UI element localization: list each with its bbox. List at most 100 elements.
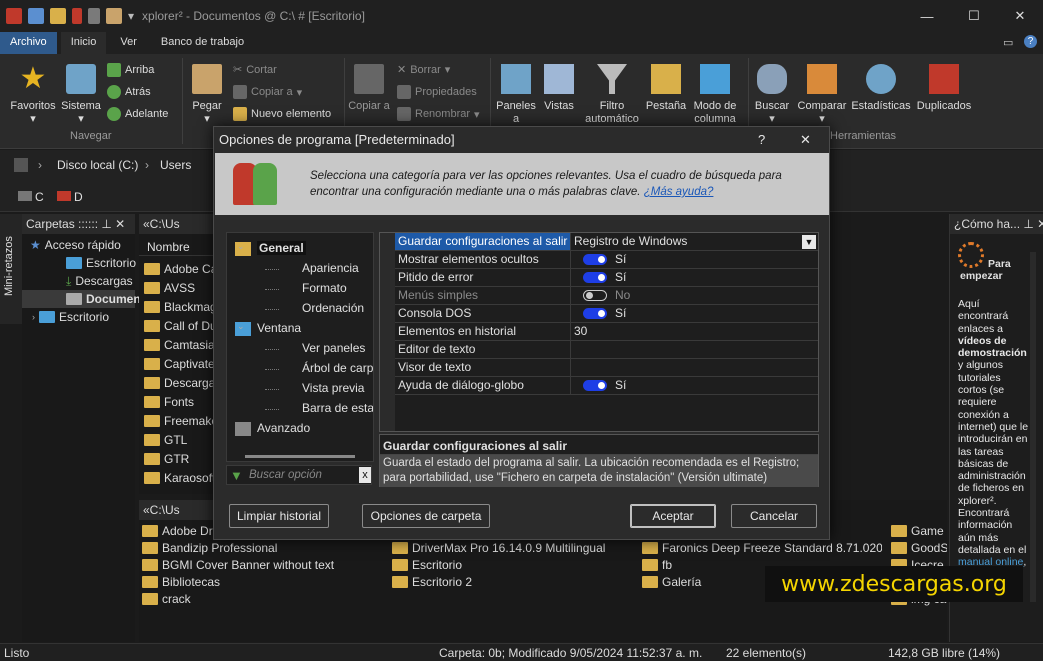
buscar-button[interactable]: Buscar ▾ [752, 64, 792, 126]
tab-banco-trabajo[interactable]: Banco de trabajo [151, 32, 254, 54]
list-item[interactable]: BGMI Cover Banner without text [142, 556, 382, 573]
filtro-button[interactable]: Filtro automático [582, 64, 642, 126]
toggle-switch[interactable] [583, 290, 607, 301]
app-icon[interactable] [6, 8, 22, 24]
list-item[interactable]: GTR [144, 449, 215, 468]
collapse-icon[interactable]: ⌄ [237, 241, 245, 252]
dialog-help-button[interactable]: ? [758, 132, 765, 147]
tree-node[interactable]: General [257, 241, 306, 255]
list-item[interactable]: GTL [144, 430, 215, 449]
modo-columna-button[interactable]: Modo de columna [690, 64, 740, 126]
option-value[interactable]: 30 [571, 323, 818, 340]
sistema-button[interactable]: Sistema ▾ [60, 64, 102, 126]
help-scrollbar[interactable] [1030, 252, 1036, 602]
folder-options-button[interactable]: Opciones de carpeta [362, 504, 490, 528]
tree-node[interactable]: Árbol de carp [302, 361, 373, 375]
tab-ver[interactable]: Ver [110, 32, 147, 54]
toggle-switch[interactable] [583, 380, 607, 391]
option-row[interactable]: Menús simples No [395, 287, 818, 305]
cortar-button[interactable]: ✂ Cortar [233, 63, 277, 77]
breadcrumb-disk[interactable]: Disco local (C:) [57, 158, 138, 172]
option-row[interactable]: Guardar configuraciones al salir Registro… [395, 233, 818, 251]
list-item[interactable]: Faronics Deep Freeze Standard 8.71.020.5… [642, 539, 882, 556]
list-item[interactable]: Karaosoft [144, 468, 215, 487]
list-item[interactable]: Adobe Ca [144, 259, 215, 278]
option-row[interactable]: Consola DOS Sí [395, 305, 818, 323]
more-help-link[interactable]: ¿Más ayuda? [644, 186, 714, 198]
toggle-switch[interactable] [583, 254, 607, 265]
list-item[interactable]: Captivate [144, 354, 215, 373]
customize-qa-icon[interactable]: ▾ [128, 9, 134, 23]
option-row[interactable]: Elementos en historial 30 [395, 323, 818, 341]
tree-node[interactable]: Ver paneles [302, 341, 365, 355]
atras-button[interactable]: Atrás [107, 85, 151, 99]
tree-node[interactable]: Apariencia [302, 261, 359, 275]
option-value[interactable] [571, 359, 818, 376]
collapse-icon[interactable]: ⌄ [237, 321, 245, 332]
comparar-button[interactable]: Comparar ▾ [794, 64, 850, 126]
close-button[interactable]: ✕ [997, 0, 1043, 32]
new-folder-icon[interactable] [28, 8, 44, 24]
list-item[interactable]: Freemake [144, 411, 215, 430]
option-row[interactable]: Mostrar elementos ocultos Sí [395, 251, 818, 269]
search-option-input[interactable]: ▼ Buscar opción [226, 465, 372, 485]
tree-node[interactable]: Formato [302, 281, 347, 295]
tab-archivo[interactable]: Archivo [0, 32, 57, 54]
option-value[interactable]: Sí [571, 269, 818, 286]
tree-escritorio-root[interactable]: › Escritorio [22, 308, 135, 326]
option-row[interactable]: Editor de texto [395, 341, 818, 359]
collapse-ribbon-icon[interactable]: ▭ [1003, 36, 1013, 49]
tree-node[interactable]: Avanzado [257, 421, 310, 435]
tree-node[interactable]: Barra de estad [302, 401, 373, 415]
folder-icon[interactable] [50, 8, 66, 24]
breadcrumb-users[interactable]: Users [160, 158, 191, 172]
list-item[interactable]: Bandizip Professional [142, 539, 382, 556]
estadisticas-button[interactable]: Estadísticas [850, 64, 912, 113]
list-item[interactable]: Bibliotecas [142, 573, 382, 590]
pestana-button[interactable]: Pestaña [644, 64, 688, 113]
duplicados-button[interactable]: Duplicados [914, 64, 974, 113]
adelante-button[interactable]: Adelante [107, 107, 168, 121]
minimize-button[interactable]: — [904, 0, 950, 32]
dropdown-chevron-icon[interactable]: ▼ [802, 234, 816, 249]
search-clear-button[interactable]: x [359, 467, 371, 483]
bookmark-icon[interactable] [72, 8, 82, 24]
nuevo-elemento-button[interactable]: Nuevo elemento [233, 107, 331, 121]
pegar-button[interactable]: Pegar ▾ [188, 64, 226, 126]
list-item[interactable]: DriverMax Pro 16.14.0.9 Multilingual [392, 539, 632, 556]
copiar-button[interactable]: Copiar a [348, 64, 390, 113]
clear-history-button[interactable]: Limpiar historial [229, 504, 329, 528]
toggle-switch[interactable] [583, 272, 607, 283]
help-icon[interactable]: ? [1024, 35, 1037, 48]
list-item[interactable]: GoodS [891, 539, 947, 556]
vistas-button[interactable]: Vistas [540, 64, 578, 113]
tab-inicio[interactable]: Inicio [60, 32, 107, 54]
list-item[interactable]: Blackmag [144, 297, 215, 316]
list-item[interactable]: AVSS [144, 278, 215, 297]
accept-button[interactable]: Aceptar [630, 504, 716, 528]
maximize-button[interactable]: ☐ [951, 0, 997, 32]
option-row[interactable]: Ayuda de diálogo-globo Sí [395, 377, 818, 395]
option-value[interactable]: No [571, 287, 818, 304]
option-value[interactable]: Sí [571, 377, 818, 394]
tree-scrollbar[interactable] [245, 455, 355, 458]
tree-node[interactable]: Ordenación [302, 301, 364, 315]
tree-escritorio[interactable]: Escritorio [22, 254, 136, 272]
renombrar-button[interactable]: Renombrar ▾ [397, 107, 480, 121]
option-row[interactable]: Pitido de error Sí [395, 269, 818, 287]
borrar-button[interactable]: ✕ Borrar ▾ [397, 63, 450, 77]
favoritos-button[interactable]: ★ Favoritos ▾ [8, 64, 58, 126]
paneles-button[interactable]: Paneles a [494, 64, 538, 126]
list-item[interactable]: Escritorio 2 [392, 573, 632, 590]
tree-node[interactable]: Ventana [257, 321, 301, 335]
propiedades-button[interactable]: Propiedades [397, 85, 477, 99]
column-nombre[interactable]: Nombre [139, 234, 215, 256]
tree-documentos[interactable]: Documentos [22, 290, 159, 308]
arriba-button[interactable]: Arriba [107, 63, 154, 77]
cancel-button[interactable]: Cancelar [731, 504, 817, 528]
option-value[interactable]: Sí [571, 251, 818, 268]
option-value[interactable]: Sí [571, 305, 818, 322]
list-item[interactable]: Camtasia [144, 335, 215, 354]
list-item[interactable]: Escritorio [392, 556, 632, 573]
drive-c-button[interactable]: C [35, 190, 44, 204]
